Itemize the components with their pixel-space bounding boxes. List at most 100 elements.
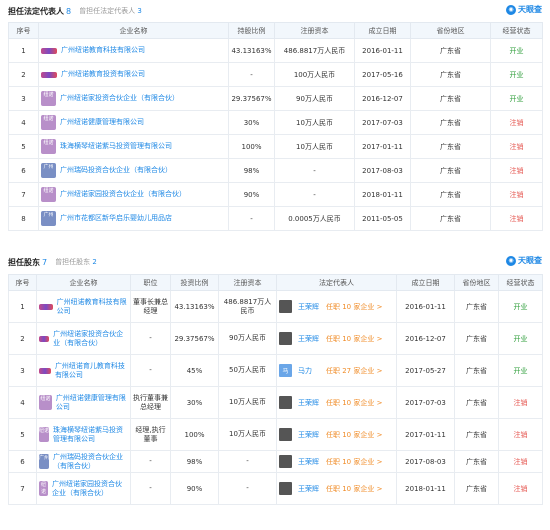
region: 广东省 xyxy=(454,386,499,419)
row-index: 3 xyxy=(8,354,37,387)
company-cell[interactable]: 纽诺 广州纽诺健康管理有限公司 xyxy=(38,110,229,135)
legal-rep-cell: 王荣辉 任职 10 家企业 > xyxy=(276,450,397,473)
legal-rep-cell: 王荣辉 任职 10 家企业 > xyxy=(276,472,397,505)
rep-jobs-link[interactable]: 任职 10 家企业 > xyxy=(326,457,382,467)
company-logo xyxy=(39,367,51,374)
company-name-link[interactable]: 广州市花都区新华启乐婴幼儿用品店 xyxy=(60,214,172,223)
position: - xyxy=(130,450,171,473)
table-row: 3 广州纽诺育儿教育科技有限公司 -45% 50万人民币马马力 任职 27 家企业 >2… xyxy=(8,354,543,387)
company-cell[interactable]: 广州纽诺教育科技有限公司 xyxy=(38,38,229,63)
status-badge: 开业 xyxy=(490,86,543,111)
rep-name-link[interactable]: 王荣辉 xyxy=(298,457,326,467)
rep-name-link[interactable]: 马力 xyxy=(298,366,326,376)
rep-jobs-link[interactable]: 任职 27 家企业 > xyxy=(326,366,382,376)
legal-rep-cell: 王荣辉 任职 10 家企业 > xyxy=(276,322,397,355)
company-name-link[interactable]: 广州纽诺家投资合伙企业（有限合伙） xyxy=(53,330,128,348)
rep-jobs-link[interactable]: 任职 10 家企业 > xyxy=(326,302,382,312)
table-row: 8 广州 广州市花都区新华启乐婴幼儿用品店 -0.0005万人民币 2011-05-05… xyxy=(8,206,543,231)
invest-ratio: 43.13163% xyxy=(170,290,219,323)
registered-capital: 486.8817万人民币 xyxy=(274,38,355,63)
table-row: 3 纽诺 广州纽诺家投资合伙企业（有限合伙） 29.37567% 90万人民币 2016-… xyxy=(8,86,543,111)
company-cell[interactable]: 广州纽诺教育科技有限公司 xyxy=(36,290,131,323)
former-legal-rep-link[interactable]: 曾担任法定代表人 3 xyxy=(79,6,142,16)
rep-jobs-link[interactable]: 任职 10 家企业 > xyxy=(326,398,382,408)
company-cell[interactable]: 广州 广州瑞码投资合伙企业（有限合伙） xyxy=(38,158,229,183)
registered-capital: 10万人民币 xyxy=(218,386,277,419)
table-row: 4 纽诺 广州纽诺健康管理有限公司 30% 10万人民币 2017-07-03 广东省 注销 xyxy=(8,110,543,135)
company-cell[interactable]: 纽诺 珠海横琴纽诺紫马投资管理有限公司 xyxy=(36,418,131,451)
column-header: 经营状态 xyxy=(490,22,543,39)
company-cell[interactable]: 纽诺 广州纽诺健康管理有限公司 xyxy=(36,386,131,419)
rep-name-link[interactable]: 王荣辉 xyxy=(298,398,326,408)
company-name-link[interactable]: 广州纽诺教育投资有限公司 xyxy=(61,70,145,79)
established-date: 2017-08-03 xyxy=(354,158,411,183)
company-name-link[interactable]: 广州纽诺家园投资合伙企业（有限合伙） xyxy=(52,480,128,498)
registered-capital: 0.0005万人民币 xyxy=(274,206,355,231)
rep-jobs-link[interactable]: 任职 10 家企业 > xyxy=(326,430,382,440)
rep-name-link[interactable]: 王荣辉 xyxy=(298,484,326,494)
status-badge: 开业 xyxy=(498,290,543,323)
row-index: 1 xyxy=(8,38,39,63)
section-legal-rep-header: 担任法定代表人 8 曾担任法定代表人 3 ◉ 天眼查 xyxy=(8,4,542,18)
invest-ratio: 98% xyxy=(170,450,219,473)
column-header: 职位 xyxy=(130,274,171,291)
former-shareholder-link[interactable]: 曾担任股东 2 xyxy=(55,257,97,267)
company-logo: 纽诺 xyxy=(41,91,56,106)
established-date: 2011-05-05 xyxy=(354,206,411,231)
company-cell[interactable]: 纽诺 广州纽诺家园投资合伙企业（有限合伙） xyxy=(36,472,131,505)
status-badge: 开业 xyxy=(498,322,543,355)
company-cell[interactable]: 广州纽诺育儿教育科技有限公司 xyxy=(36,354,131,387)
established-date: 2018-01-11 xyxy=(396,472,455,505)
company-cell[interactable]: 广州纽诺家投资合伙企业（有限合伙） xyxy=(36,322,131,355)
company-name-link[interactable]: 广州纽诺健康管理有限公司 xyxy=(56,394,128,412)
rep-name-link[interactable]: 王荣辉 xyxy=(298,302,326,312)
company-name-link[interactable]: 广州瑞码投资合伙企业（有限合伙） xyxy=(53,453,128,471)
region: 广东省 xyxy=(454,472,499,505)
position: 经理,执行董事 xyxy=(130,418,171,451)
region: 广东省 xyxy=(410,158,491,183)
row-index: 7 xyxy=(8,182,39,207)
rep-avatar xyxy=(279,300,292,313)
company-cell[interactable]: 广州纽诺教育投资有限公司 xyxy=(38,62,229,87)
table-row: 1 广州纽诺教育科技有限公司 董事长兼总经理 43.13163% 486.8817万人民… xyxy=(8,290,543,323)
company-cell[interactable]: 纽诺 珠海横琴纽诺紫马投资管理有限公司 xyxy=(38,134,229,159)
company-logo: 纽诺 xyxy=(39,481,49,496)
registered-capital: - xyxy=(274,182,355,207)
company-name-link[interactable]: 珠海横琴纽诺紫马投资管理有限公司 xyxy=(60,142,172,151)
company-logo xyxy=(39,335,50,342)
company-name-link[interactable]: 珠海横琴纽诺紫马投资管理有限公司 xyxy=(53,426,128,444)
status-badge: 注销 xyxy=(498,450,543,473)
company-cell[interactable]: 广州 广州瑞码投资合伙企业（有限合伙） xyxy=(36,450,131,473)
rep-jobs-link[interactable]: 任职 10 家企业 > xyxy=(326,334,382,344)
section-title: 担任法定代表人 xyxy=(8,6,64,16)
company-cell[interactable]: 纽诺 广州纽诺家园投资合伙企业（有限合伙） xyxy=(38,182,229,207)
table-row: 5 纽诺 珠海横琴纽诺紫马投资管理有限公司 100% 10万人民币 2017-01-11 广… xyxy=(8,134,543,159)
company-name-link[interactable]: 广州瑞码投资合伙企业（有限合伙） xyxy=(60,166,172,175)
legal-rep-cell: 王荣辉 任职 10 家企业 > xyxy=(276,290,397,323)
registered-capital: 10万人民币 xyxy=(274,110,355,135)
rep-name-link[interactable]: 王荣辉 xyxy=(298,334,326,344)
region: 广东省 xyxy=(454,290,499,323)
registered-capital: 90万人民币 xyxy=(218,322,277,355)
registered-capital: - xyxy=(218,472,277,505)
status-badge: 开业 xyxy=(498,354,543,387)
company-name-link[interactable]: 广州纽诺健康管理有限公司 xyxy=(60,118,144,127)
tianyancha-logo: ◉ 天眼查 xyxy=(506,4,542,15)
rep-jobs-link[interactable]: 任职 10 家企业 > xyxy=(326,484,382,494)
company-cell[interactable]: 广州 广州市花都区新华启乐婴幼儿用品店 xyxy=(38,206,229,231)
company-logo: 纽诺 xyxy=(39,427,50,442)
established-date: 2017-01-11 xyxy=(396,418,455,451)
registered-capital: 10万人民币 xyxy=(274,134,355,159)
company-name-link[interactable]: 广州纽诺家园投资合伙企业（有限合伙） xyxy=(60,190,186,199)
company-name-link[interactable]: 广州纽诺家投资合伙企业（有限合伙） xyxy=(60,94,179,103)
region: 广东省 xyxy=(454,354,499,387)
registered-capital: 50万人民币 xyxy=(218,354,277,387)
company-name-link[interactable]: 广州纽诺育儿教育科技有限公司 xyxy=(55,362,128,380)
share-ratio: - xyxy=(228,206,275,231)
status-badge: 注销 xyxy=(498,418,543,451)
rep-name-link[interactable]: 王荣辉 xyxy=(298,430,326,440)
rep-avatar xyxy=(279,428,292,441)
company-cell[interactable]: 纽诺 广州纽诺家投资合伙企业（有限合伙） xyxy=(38,86,229,111)
company-name-link[interactable]: 广州纽诺教育科技有限公司 xyxy=(57,298,128,316)
company-name-link[interactable]: 广州纽诺教育科技有限公司 xyxy=(61,46,145,55)
